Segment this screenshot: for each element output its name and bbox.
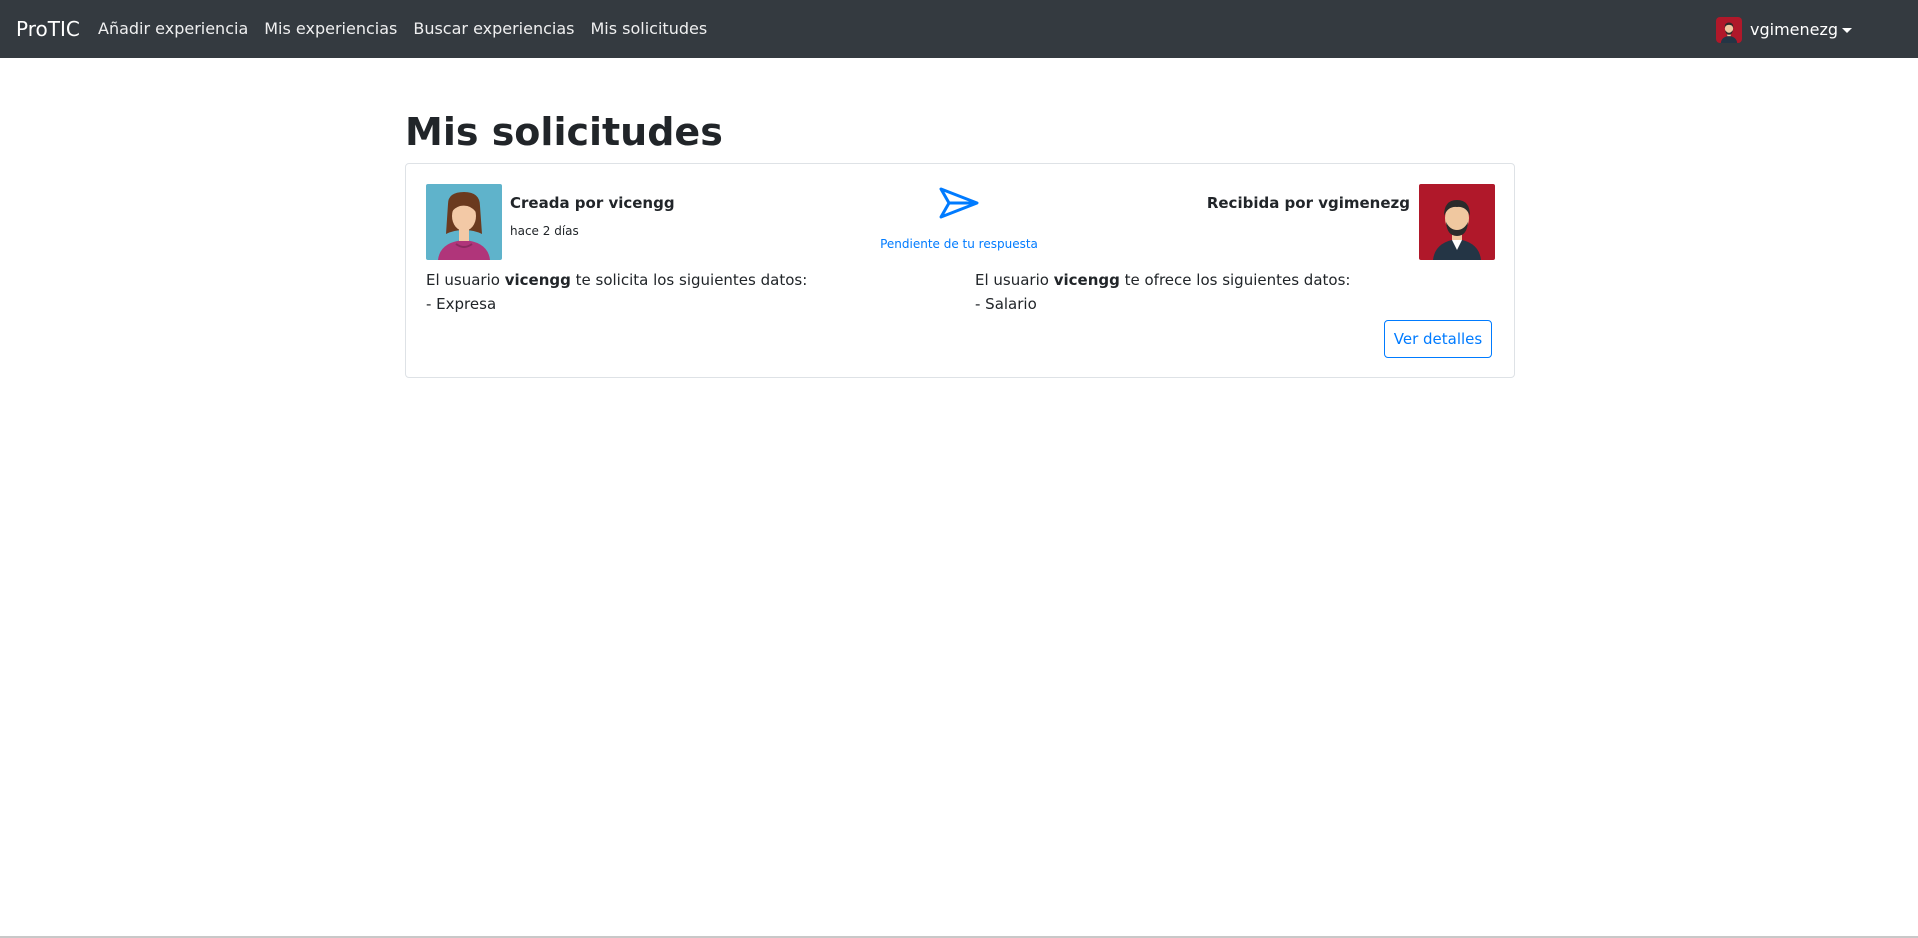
request-left-text: El usuario vicengg te solicita los sigui… (426, 268, 807, 292)
created-time: hace 2 días (510, 224, 579, 238)
offered-item: - Salario (975, 295, 1037, 313)
navbar: ProTIC Añadir experiencia Mis experienci… (0, 0, 1918, 58)
right-suffix: te ofrece los siguientes datos: (1119, 271, 1351, 289)
view-details-button[interactable]: Ver detalles (1384, 320, 1492, 358)
left-suffix: te solicita los siguientes datos: (570, 271, 808, 289)
right-user: vicengg (1053, 271, 1120, 289)
left-user: vicengg (504, 271, 571, 289)
user-name: vgimenezg (1750, 20, 1839, 39)
receiver-title: Recibida por vgimenezg (1206, 194, 1410, 212)
request-card: Creada por vicengg hace 2 días Pendiente… (405, 163, 1515, 378)
creator-title: Creada por vicengg (510, 194, 675, 212)
nav-my-requests[interactable]: Mis solicitudes (590, 19, 707, 39)
user-menu-dropdown[interactable]: vgimenezg (1716, 17, 1853, 43)
woman-avatar-icon (426, 184, 502, 260)
right-prefix: El usuario (975, 271, 1054, 289)
brand-link[interactable]: ProTIC (16, 16, 80, 42)
left-prefix: El usuario (426, 271, 505, 289)
nav-links: Añadir experiencia Mis experiencias Busc… (98, 19, 723, 39)
requested-item: - Expresa (426, 295, 497, 313)
status-text: Pendiente de tu respuesta (880, 237, 1038, 251)
man-avatar-icon (1419, 184, 1495, 260)
page-title: Mis solicitudes (405, 110, 723, 154)
nav-my-experiences[interactable]: Mis experiencias (264, 19, 397, 39)
nav-add-experience[interactable]: Añadir experiencia (98, 19, 248, 39)
user-avatar-icon (1716, 17, 1742, 43)
offer-right-text: El usuario vicengg te ofrece los siguien… (975, 268, 1350, 292)
nav-search-experiences[interactable]: Buscar experiencias (413, 19, 574, 39)
caret-down-icon (1842, 27, 1853, 33)
send-icon (939, 187, 979, 219)
